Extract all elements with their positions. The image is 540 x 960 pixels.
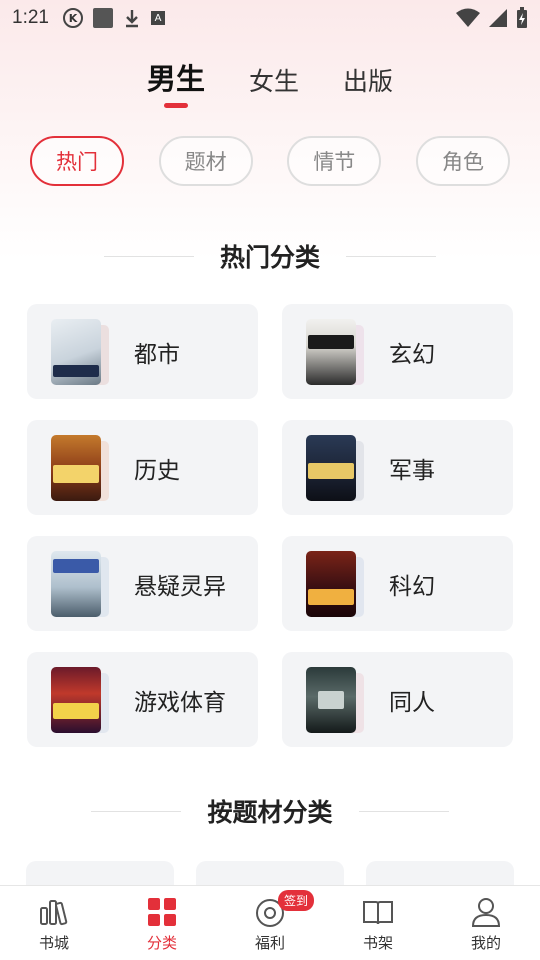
profile-icon — [471, 897, 501, 927]
category-card-scifi[interactable]: 科幻 — [282, 536, 513, 631]
hot-section-title: 热门分类 — [219, 243, 320, 272]
pill-hot[interactable]: 热门 — [30, 136, 124, 186]
a-notification-icon: A — [150, 11, 165, 25]
pill-role[interactable]: 角色 — [415, 136, 510, 186]
status-time: 1:21 — [12, 7, 49, 28]
category-card-fantasy[interactable]: 玄幻 — [282, 304, 513, 399]
signal-icon — [489, 9, 507, 27]
bottom-nav: 书城 分类 签到 福利 书架 我的 — [0, 885, 540, 960]
category-label: 悬疑灵异 — [134, 573, 226, 600]
category-label: 军事 — [389, 457, 435, 484]
gender-tabs: 男生 女生 出版 — [0, 54, 540, 98]
tab-male[interactable]: 男生 — [147, 56, 205, 98]
filter-pills: 热门 题材 情节 角色 — [0, 136, 540, 186]
download-icon — [125, 10, 138, 28]
nav-category[interactable]: 分类 — [108, 886, 216, 960]
category-grid: 都市 玄幻 历史 军事 悬疑灵异 科幻 游戏体育 同人 — [0, 304, 540, 747]
category-card-military[interactable]: 军事 — [282, 420, 513, 515]
hot-section-header: 热门分类 — [0, 236, 540, 276]
divider-line — [91, 810, 182, 812]
nav-label: 我的 — [470, 933, 501, 952]
wifi-icon — [456, 8, 480, 27]
tab-publishing[interactable]: 出版 — [343, 62, 393, 98]
divider-line — [358, 810, 449, 812]
category-card-history[interactable]: 历史 — [27, 420, 258, 515]
divider-line — [346, 255, 436, 257]
book-cover — [51, 434, 109, 501]
tab-female[interactable]: 女生 — [249, 62, 299, 98]
category-label: 历史 — [134, 457, 180, 484]
nav-label: 书架 — [362, 933, 393, 952]
nav-label: 福利 — [254, 933, 285, 952]
book-cover — [306, 318, 364, 385]
category-icon — [148, 897, 176, 926]
subject-section-header: 按题材分类 — [0, 791, 540, 831]
divider-line — [103, 255, 194, 257]
category-card-gaming-sports[interactable]: 游戏体育 — [27, 652, 258, 747]
book-cover — [306, 434, 364, 501]
pill-plot[interactable]: 情节 — [287, 136, 382, 186]
subject-section-title: 按题材分类 — [207, 798, 333, 827]
category-card-urban[interactable]: 都市 — [27, 304, 258, 399]
nav-bookcity[interactable]: 书城 — [0, 886, 108, 960]
book-cover — [51, 550, 109, 617]
book-cover — [51, 666, 109, 733]
category-label: 游戏体育 — [134, 689, 226, 716]
pill-subject[interactable]: 题材 — [158, 136, 253, 186]
category-card-fanfic[interactable]: 同人 — [282, 652, 513, 747]
category-card-mystery[interactable]: 悬疑灵异 — [27, 536, 258, 631]
status-bar: 1:21 K A — [0, 0, 540, 36]
bookcity-icon — [40, 899, 68, 925]
battery-icon — [517, 7, 527, 28]
book-cover — [306, 666, 364, 733]
book-cover — [51, 318, 109, 385]
nav-profile[interactable]: 我的 — [432, 886, 540, 960]
checkin-badge: 签到 — [278, 890, 315, 911]
app-k-icon: K — [62, 8, 83, 28]
nav-welfare[interactable]: 签到 福利 — [216, 886, 324, 960]
bookshelf-icon — [363, 900, 393, 924]
nav-bookshelf[interactable]: 书架 — [324, 886, 432, 960]
nav-label: 分类 — [146, 933, 177, 952]
category-label: 同人 — [389, 689, 435, 716]
notification-square-icon — [92, 8, 113, 28]
nav-label: 书城 — [38, 933, 69, 952]
book-cover — [306, 550, 364, 617]
category-label: 都市 — [134, 341, 180, 368]
category-label: 玄幻 — [389, 341, 435, 368]
category-label: 科幻 — [389, 573, 435, 600]
